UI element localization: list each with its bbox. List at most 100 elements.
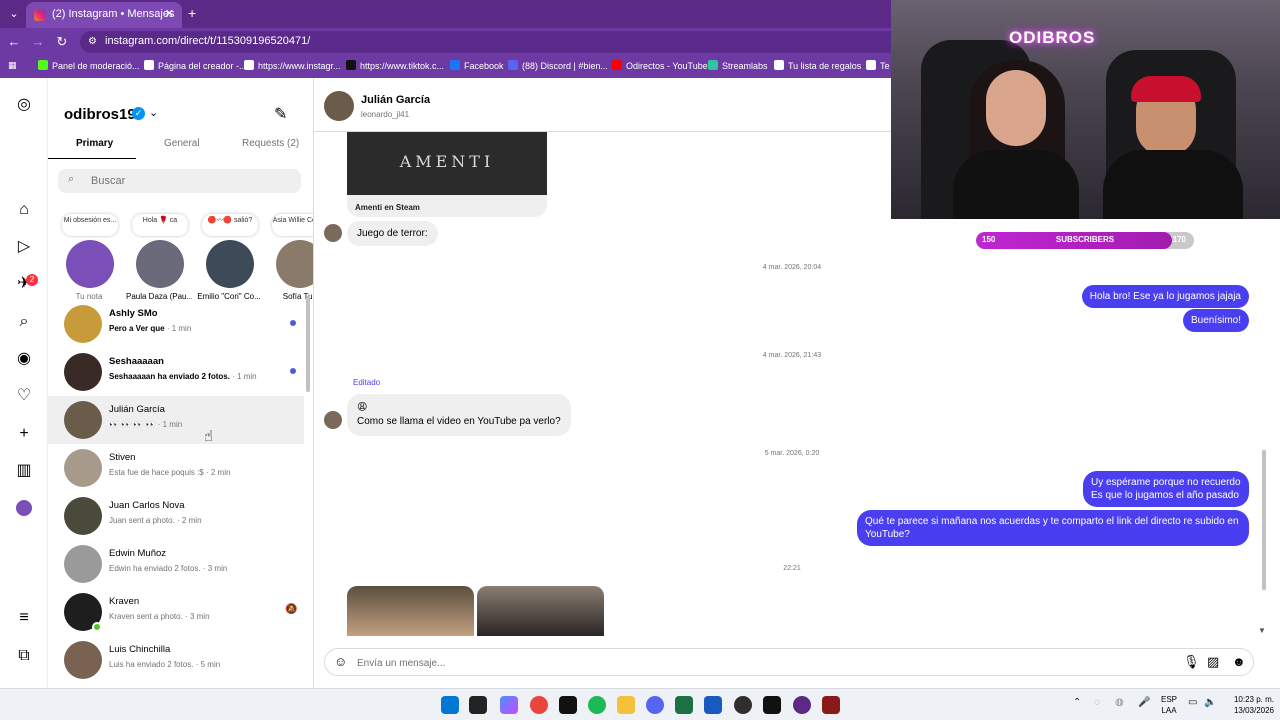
voicemeeter-icon[interactable] — [822, 696, 840, 714]
input-language[interactable]: ESP LAA — [1158, 694, 1180, 716]
webcam-overlay: ODIBROS — [891, 0, 1280, 219]
microphone-icon[interactable]: 🎙 — [1183, 654, 1200, 670]
capcut-icon[interactable] — [763, 696, 781, 714]
chat-scrollbar[interactable] — [1262, 450, 1266, 590]
reload-icon[interactable]: ↻ — [54, 34, 70, 50]
browser-tab-instagram[interactable]: (2) Instagram • Mensajes ✕ — [26, 2, 182, 28]
compose-message-icon[interactable]: ✎ — [274, 104, 287, 124]
copilot-icon[interactable] — [500, 696, 518, 714]
instagram-nav-rail: ◎ ⌂ ▷ ✈ 2 ⌕ ◉ ♡ + ▥ ≡ ⧉ — [0, 78, 48, 688]
account-name[interactable]: odibros19 — [64, 106, 136, 123]
bookmark-6[interactable]: Odirectos - YouTube — [612, 60, 708, 71]
globe-icon — [244, 60, 254, 70]
close-tab-icon[interactable]: ✕ — [165, 7, 174, 20]
conversation-preview: Esta fue de hace poquis :$ · 2 min — [109, 468, 231, 477]
spotify-icon[interactable] — [588, 696, 606, 714]
chevron-down-icon[interactable]: ⌄ — [149, 106, 158, 119]
bookmark-0[interactable]: Panel de moderació... — [38, 60, 140, 71]
emoji-icon[interactable]: ☺ — [334, 654, 347, 669]
avatar — [64, 449, 102, 487]
conversation-item[interactable]: Juan Carlos Nova Juan sent a photo. · 2 … — [48, 492, 304, 540]
tab-general[interactable]: General — [164, 138, 200, 149]
image-icon[interactable]: ▨ — [1207, 654, 1219, 670]
bookmark-1[interactable]: Página del creador -... — [144, 60, 247, 71]
conversation-item[interactable]: Edwin Muñoz Edwin ha enviado 2 fotos. · … — [48, 540, 304, 588]
list-scrollbar[interactable] — [306, 296, 310, 392]
excel-icon[interactable] — [675, 696, 693, 714]
chrome-icon[interactable] — [530, 696, 548, 714]
explore-icon[interactable]: ◉ — [14, 349, 34, 369]
heart-icon[interactable]: ♡ — [14, 386, 34, 406]
avatar — [66, 240, 114, 288]
online-status-icon — [92, 622, 102, 632]
conversation-item[interactable]: Ashly SMo Pero a Ver que · 1 min — [48, 300, 304, 348]
windows-start-icon[interactable] — [441, 696, 459, 714]
chat-contact-name[interactable]: Julián García — [361, 94, 430, 106]
system-clock[interactable]: 10:23 p. m. 13/03/2026 — [1224, 694, 1274, 716]
tray-volume-icon[interactable]: 🔈 — [1204, 697, 1216, 708]
search-box[interactable]: ⌕ Buscar — [58, 169, 301, 193]
threads-icon[interactable]: ⧉ — [14, 646, 34, 666]
bookmark-5[interactable]: (88) Discord | #bien... — [508, 60, 608, 71]
conversation-name: Seshaaaaan — [109, 356, 164, 367]
create-icon[interactable]: + — [14, 424, 34, 444]
tray-network-app-icon[interactable]: ◍ — [1115, 697, 1124, 708]
webcam-person-body — [1103, 150, 1243, 219]
conversation-item[interactable]: Stiven Esta fue de hace poquis :$ · 2 mi… — [48, 444, 304, 492]
instagram-logo-icon[interactable]: ◎ — [14, 95, 34, 115]
bookmark-7[interactable]: Streamlabs — [708, 60, 768, 71]
photo-attachment[interactable] — [347, 586, 474, 636]
tray-display-icon[interactable]: ▭ — [1188, 697, 1197, 708]
conversation-preview: Luis ha enviado 2 fotos. · 5 min — [109, 660, 221, 669]
file-explorer-icon[interactable] — [617, 696, 635, 714]
conversation-preview: Juan sent a photo. · 2 min — [109, 516, 202, 525]
tray-microphone-icon[interactable]: 🎤 — [1138, 697, 1150, 708]
photo-attachment[interactable] — [477, 586, 604, 636]
epic-games-icon[interactable] — [559, 696, 577, 714]
conversation-item[interactable]: Seshaaaaan Seshaaaaan ha enviado 2 fotos… — [48, 348, 304, 396]
tab-primary[interactable]: Primary — [76, 138, 113, 149]
bookmark-8[interactable]: Tu lista de regalos — [774, 60, 861, 71]
avatar[interactable] — [324, 91, 354, 121]
message-input[interactable] — [357, 656, 1137, 670]
scroll-down-icon[interactable]: ▼ — [1258, 626, 1266, 635]
search-icon[interactable]: ⌕ — [14, 312, 34, 332]
home-icon[interactable]: ⌂ — [14, 200, 34, 220]
conversation-item[interactable]: Kraven Kraven sent a photo. · 3 min 🔕 — [48, 588, 304, 636]
chat-contact-username: leonardo_jl41 — [361, 110, 410, 119]
reels-icon[interactable]: ▷ — [14, 237, 34, 257]
obs-icon[interactable] — [734, 696, 752, 714]
tab-search-icon[interactable]: ⌄ — [4, 4, 24, 24]
conversation-item-selected[interactable]: Julián García 👀 👀 👀 👀 · 1 min — [48, 396, 304, 444]
profile-avatar[interactable] — [14, 498, 34, 518]
menu-icon[interactable]: ≡ — [14, 608, 34, 628]
chrome-profile-icon[interactable] — [793, 696, 811, 714]
site-info-icon[interactable]: ⚙ — [88, 36, 100, 48]
bookmark-2[interactable]: https://www.instagr... — [244, 60, 341, 71]
tray-chevron-icon[interactable]: ⌃ — [1073, 697, 1081, 708]
word-icon[interactable] — [704, 696, 722, 714]
avatar — [64, 353, 102, 391]
discord-icon[interactable] — [646, 696, 664, 714]
apps-icon[interactable]: ▦ — [8, 60, 17, 71]
avatar — [64, 545, 102, 583]
active-tab-indicator — [48, 158, 136, 159]
tab-requests[interactable]: Requests (2) — [242, 138, 299, 149]
bookmark-4[interactable]: Facebook — [450, 60, 504, 71]
conversation-item[interactable]: Luis Chinchilla Luis ha enviado 2 fotos.… — [48, 636, 304, 684]
tray-app-icon[interactable]: ◌ — [1094, 697, 1100, 708]
streamlabs-icon — [708, 60, 718, 70]
bookmark-3[interactable]: https://www.tiktok.c... — [346, 60, 444, 71]
new-tab-icon[interactable]: + — [188, 5, 196, 21]
url-field[interactable]: ⚙ instagram.com/direct/t/115309196520471… — [80, 31, 900, 53]
back-icon[interactable]: ← — [6, 34, 22, 49]
note-bubble: Mi obsesión es... — [62, 214, 118, 236]
neon-sign: ODIBROS — [1009, 28, 1096, 47]
task-view-icon[interactable] — [469, 696, 487, 714]
message-outgoing: Uy espérame porque no recuerdo Es que lo… — [1083, 471, 1249, 507]
dashboard-icon[interactable]: ▥ — [14, 461, 34, 481]
shared-link-card[interactable]: AMENTI Amenti en Steam — [347, 132, 547, 217]
sticker-icon[interactable]: ☻ — [1232, 654, 1246, 669]
search-placeholder: Buscar — [91, 175, 126, 187]
forward-icon[interactable]: → — [30, 34, 46, 49]
